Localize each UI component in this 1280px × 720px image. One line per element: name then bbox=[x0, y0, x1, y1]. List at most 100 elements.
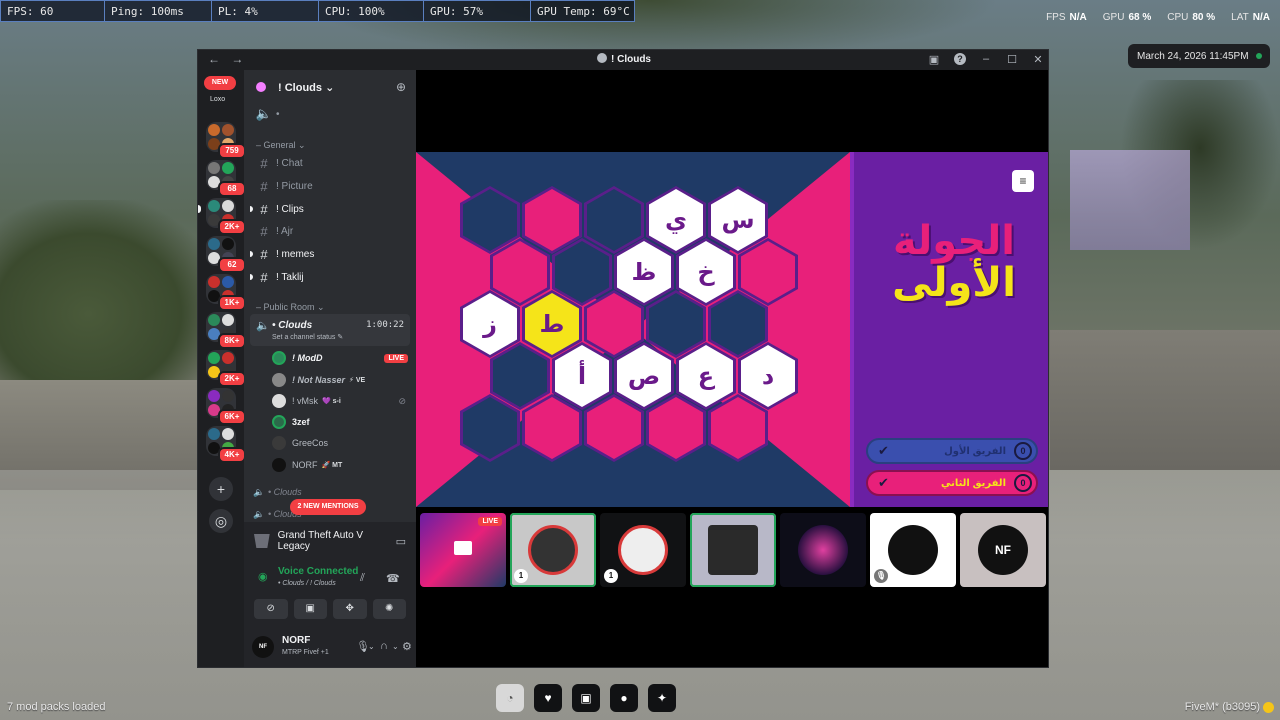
overlay-gpu: GPU 68 % bbox=[1102, 12, 1152, 23]
round-title: الجولة الأولى bbox=[892, 218, 1016, 306]
hex-letter bbox=[741, 241, 795, 303]
hex-letter bbox=[649, 293, 703, 355]
hex-letter: خ bbox=[679, 241, 733, 303]
home-label[interactable]: Loxo bbox=[210, 96, 225, 103]
server-badge-1: 759 bbox=[218, 143, 246, 159]
disconnect-icon[interactable]: ☎ bbox=[386, 572, 400, 585]
new-mentions-pill[interactable]: 2 NEW MENTIONS bbox=[290, 499, 366, 515]
app-icon-discord[interactable]: ▣ bbox=[572, 684, 600, 712]
hex-letter: ع bbox=[679, 345, 733, 407]
voice-member[interactable]: ! ModD LIVE bbox=[272, 349, 412, 367]
voice-channel-top[interactable]: 🔈 • bbox=[252, 104, 410, 124]
team-two-pill[interactable]: ✔ الفريق الثاني 0 bbox=[866, 470, 1038, 496]
participant-tile[interactable]: 🎙 bbox=[870, 513, 956, 587]
hex-letter: ط bbox=[525, 293, 579, 355]
voice-connected-channel: • Clouds / ! Clouds bbox=[278, 580, 336, 587]
avatar bbox=[272, 373, 286, 387]
gear-icon[interactable]: ⚙ bbox=[402, 640, 412, 653]
background-bush-left bbox=[0, 200, 220, 390]
team-one-pill[interactable]: ✔ الفريق الأول 0 bbox=[866, 438, 1038, 464]
participant-tile[interactable] bbox=[780, 513, 866, 587]
app-icon-1[interactable]: ◔ bbox=[496, 684, 524, 712]
voice-member[interactable]: 3zef bbox=[272, 413, 412, 431]
participant-tile-stream[interactable]: LIVE bbox=[420, 513, 506, 587]
channel-clips[interactable]: #! Clips bbox=[250, 199, 410, 219]
screen-share-icon[interactable]: ▣ bbox=[293, 599, 327, 619]
server-rail: NEW Loxo 759 68 2K+ 62 1K+ 8K+ 2K+ 6K+ 4… bbox=[198, 70, 246, 667]
participant-tile[interactable] bbox=[690, 513, 776, 587]
voice-member[interactable]: ! vMsk 💜 s-i ⊘ bbox=[272, 392, 412, 410]
add-server-icon[interactable]: + bbox=[209, 477, 233, 501]
fivem-build-text: FiveM* (b3095) bbox=[1184, 701, 1260, 713]
perf-cpu: CPU: 100% bbox=[319, 0, 424, 22]
hex-letter: ظ bbox=[617, 241, 671, 303]
hex-letter: س bbox=[711, 189, 765, 251]
guild-header[interactable]: ! Clouds ⌄ ⊕ bbox=[244, 70, 416, 104]
hex-letter bbox=[587, 397, 641, 459]
app-icon-drop[interactable]: ● bbox=[610, 684, 638, 712]
screen-icon bbox=[454, 541, 472, 555]
background-building bbox=[1070, 150, 1190, 250]
voice-timer: 1:00:22 bbox=[366, 320, 404, 330]
channel-status-prompt[interactable]: Set a channel status ✎ bbox=[272, 333, 343, 341]
category-general[interactable]: – General ⌄ bbox=[256, 140, 306, 151]
participant-tiles: LIVE 1 1 🎙 NF bbox=[420, 513, 1048, 589]
voice-member[interactable]: NORF 🚀 MT bbox=[272, 456, 412, 474]
monitor-icon[interactable]: ▭ bbox=[396, 535, 406, 548]
participant-tile[interactable]: 1 bbox=[600, 513, 686, 587]
guild-name: ! Clouds ⌄ bbox=[278, 82, 335, 94]
category-public-room[interactable]: – Public Room ⌄ bbox=[256, 302, 325, 313]
help-icon[interactable]: ? bbox=[954, 53, 966, 65]
noise-suppression-icon[interactable]: ⫽ bbox=[360, 572, 365, 585]
channel-taklij[interactable]: #! Taklij bbox=[250, 267, 410, 287]
server-unread-pip bbox=[198, 205, 201, 213]
hash-icon: # bbox=[260, 269, 268, 285]
discover-icon[interactable]: ◎ bbox=[209, 509, 233, 533]
inbox-icon[interactable]: ▣ bbox=[928, 53, 940, 66]
rtc-buttons: ⊘ ▣ ✥ ✺ bbox=[254, 599, 406, 619]
datetime-text: March 24, 2026 11:45PM bbox=[1137, 50, 1249, 62]
chevron-down-icon[interactable]: ⌄ bbox=[368, 642, 375, 651]
chevron-down-icon[interactable]: ⌄ bbox=[392, 642, 399, 651]
active-voice-channel[interactable]: 🔈 • Clouds 1:00:22 Set a channel status … bbox=[250, 314, 410, 346]
voice-member[interactable]: GreeCos bbox=[272, 434, 412, 452]
check-icon: ✔ bbox=[878, 475, 889, 490]
server-badge-3: 2K+ bbox=[218, 219, 246, 235]
voice-member[interactable]: ! Not Nasser ⚡ VE bbox=[272, 371, 412, 389]
close-button[interactable]: ✕ bbox=[1032, 53, 1044, 66]
new-pill[interactable]: NEW bbox=[204, 76, 236, 90]
participant-tile[interactable]: 1 bbox=[510, 513, 596, 587]
server-badge-6: 8K+ bbox=[218, 333, 246, 349]
hex-letter bbox=[555, 241, 609, 303]
hex-letter bbox=[711, 293, 765, 355]
soundboard-icon[interactable]: ✺ bbox=[372, 599, 406, 619]
invite-user-icon[interactable]: ⊕ bbox=[396, 80, 406, 94]
app-icon-heart[interactable]: ♥ bbox=[534, 684, 562, 712]
voice-connected-status[interactable]: Voice Connected bbox=[278, 566, 358, 577]
participant-tile[interactable]: NF bbox=[960, 513, 1046, 587]
muted-mic-icon: ⊘ bbox=[398, 395, 406, 406]
avatar[interactable]: NF bbox=[252, 636, 274, 658]
channel-sidebar: ! Clouds ⌄ ⊕ 🔈 • – General ⌄ #! Chat #! P… bbox=[244, 70, 416, 667]
channel-picture[interactable]: #! Picture bbox=[252, 176, 410, 196]
background-wall-right bbox=[1050, 330, 1280, 470]
app-icon-run[interactable]: ✦ bbox=[648, 684, 676, 712]
hex-game-board[interactable]: يسظخ زطأصعد bbox=[416, 152, 850, 507]
activity-panel: Grand Theft Auto V Legacy ▭ ◉ Voice Conn… bbox=[244, 522, 416, 667]
server-badge-5: 1K+ bbox=[218, 295, 246, 311]
headphones-icon[interactable]: ∩ bbox=[380, 640, 388, 652]
avatar bbox=[272, 394, 286, 408]
channel-chat[interactable]: #! Chat bbox=[252, 153, 410, 173]
muted-icon: 🎙 bbox=[874, 569, 888, 583]
minimize-button[interactable]: – bbox=[980, 53, 992, 66]
team-score: 0 bbox=[1014, 442, 1032, 460]
server-icon bbox=[597, 53, 607, 63]
menu-icon[interactable]: ≡ bbox=[1012, 170, 1034, 192]
channel-ajr[interactable]: #! Ajr bbox=[252, 221, 410, 241]
channel-memes[interactable]: #! memes bbox=[250, 244, 410, 264]
user-name[interactable]: NORF bbox=[282, 635, 310, 646]
activities-icon[interactable]: ✥ bbox=[333, 599, 367, 619]
hex-letter bbox=[711, 397, 765, 459]
maximize-button[interactable]: ☐ bbox=[1006, 53, 1018, 66]
camera-off-icon[interactable]: ⊘ bbox=[254, 599, 288, 619]
